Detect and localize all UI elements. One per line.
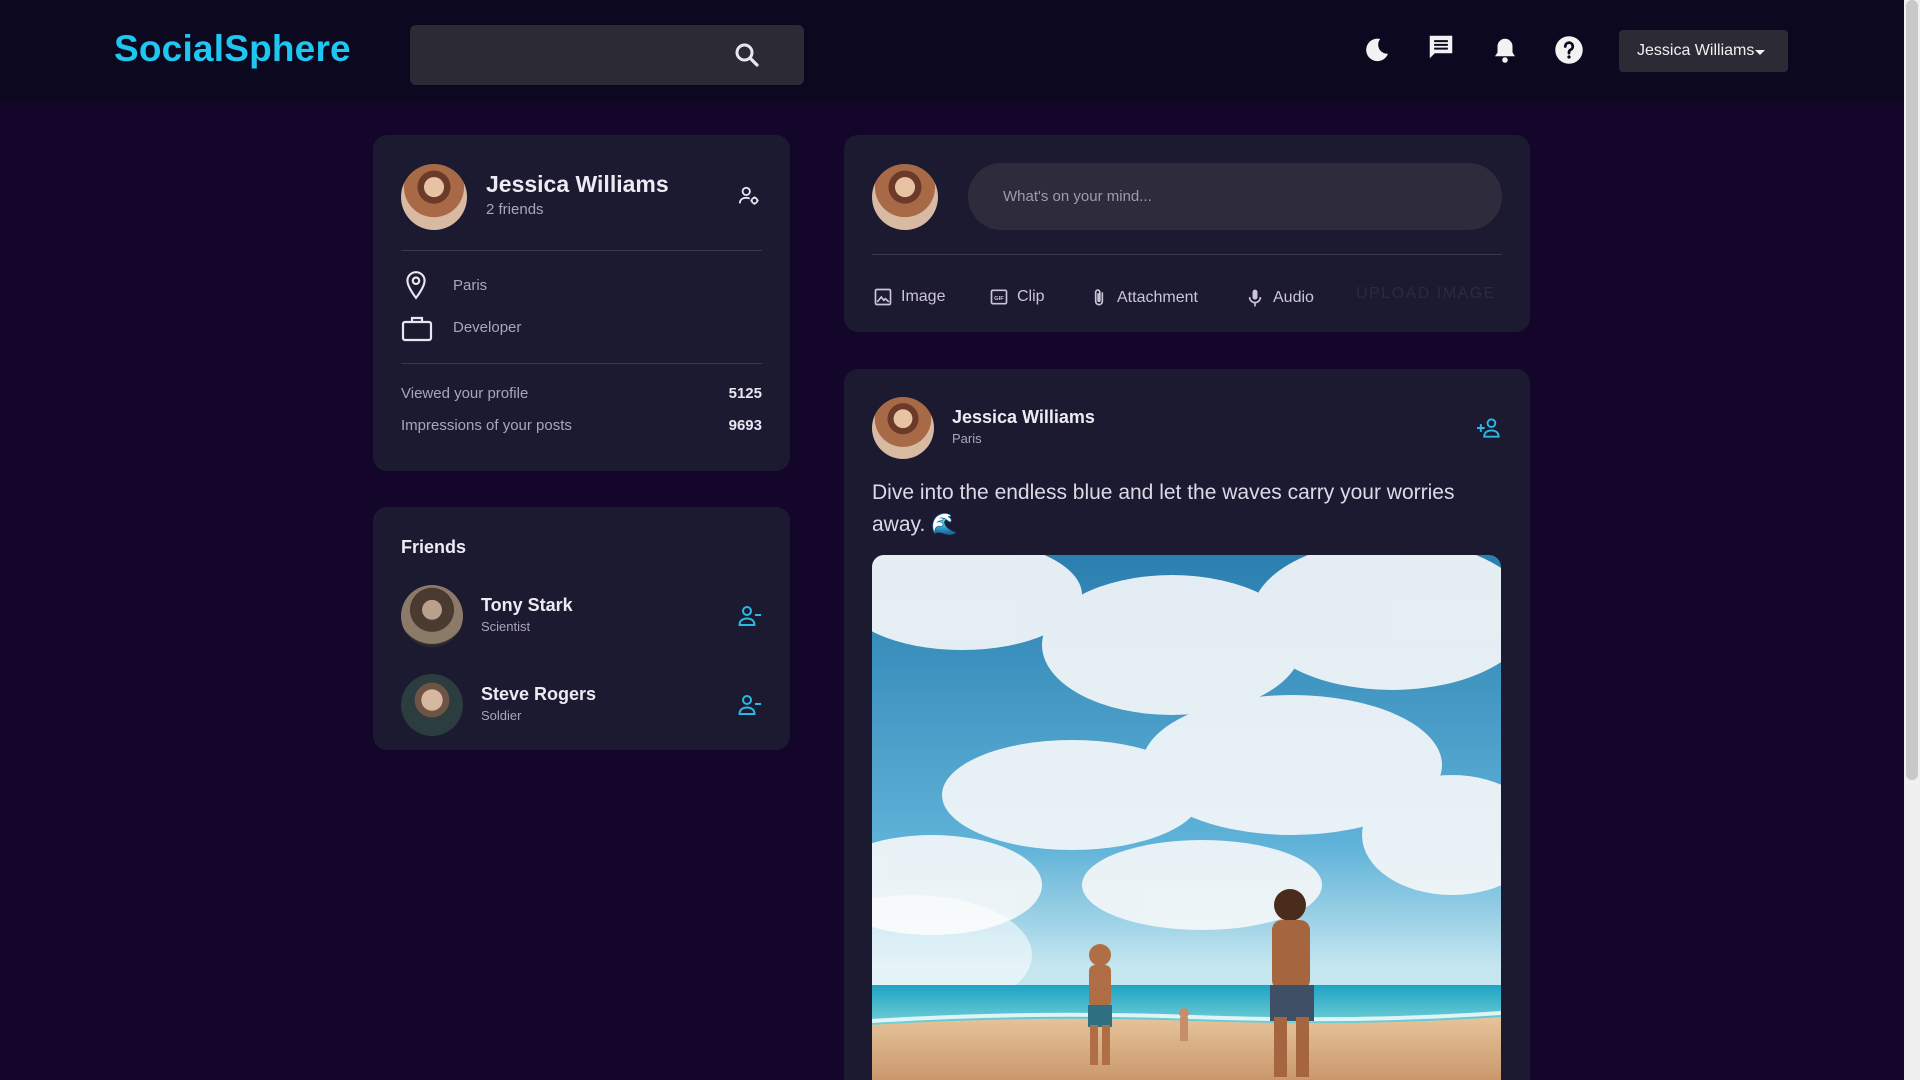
- post-card: Jessica Williams Paris Dive into the end…: [844, 369, 1530, 1080]
- stat-value-profile-views: 5125: [728, 385, 762, 402]
- add-image-label: Image: [901, 288, 946, 305]
- profile-card: Jessica Williams 2 friends Paris Develop…: [373, 135, 790, 471]
- profile-location: Paris: [453, 277, 488, 294]
- divider: [401, 250, 762, 251]
- friend-name[interactable]: Steve Rogers: [481, 684, 596, 705]
- svg-text:GIF: GIF: [994, 296, 1004, 302]
- search-box: [410, 25, 804, 85]
- post-text: Dive into the endless blue and let the w…: [872, 481, 1455, 536]
- remove-friend-icon[interactable]: [738, 605, 762, 627]
- post-image[interactable]: [872, 555, 1501, 1080]
- profile-avatar[interactable]: [401, 164, 467, 230]
- search-input[interactable]: [410, 25, 740, 85]
- work-icon: [401, 316, 433, 342]
- stat-value-post-impressions: 9693: [728, 417, 762, 434]
- post-composer: Image GIF Clip Attachment Audio UPLOAD I…: [844, 135, 1530, 332]
- navbar: SocialSphere Jessica Williams: [0, 0, 1904, 102]
- post-input[interactable]: [968, 163, 1502, 230]
- add-friend-icon[interactable]: [1477, 417, 1502, 439]
- profile-name[interactable]: Jessica Williams: [486, 171, 669, 198]
- stat-label-profile-views: Viewed your profile: [401, 385, 529, 402]
- add-attachment-label: Attachment: [1117, 289, 1198, 306]
- post-author-location: Paris: [952, 431, 982, 446]
- friend-avatar[interactable]: [401, 674, 463, 736]
- brand-logo[interactable]: SocialSphere: [114, 28, 351, 70]
- add-audio-label: Audio: [1273, 289, 1314, 306]
- attachment-icon: [1094, 289, 1104, 306]
- add-audio-button[interactable]: Audio: [1245, 287, 1314, 309]
- user-select-dropdown[interactable]: Jessica Williams: [1619, 30, 1788, 72]
- search-icon[interactable]: [732, 40, 762, 70]
- scrollbar-thumb[interactable]: [1906, 0, 1918, 780]
- add-clip-label: Clip: [1017, 288, 1045, 305]
- remove-friend-icon[interactable]: [738, 694, 762, 716]
- profile-friends-count: 2 friends: [486, 201, 544, 218]
- manage-account-icon[interactable]: [738, 185, 760, 207]
- friend-occupation: Scientist: [481, 619, 531, 634]
- image-icon: [874, 288, 892, 306]
- upload-image-button[interactable]: UPLOAD IMAGE: [1356, 285, 1496, 303]
- post-author-name[interactable]: Jessica Williams: [952, 407, 1095, 428]
- divider: [872, 254, 1502, 255]
- friend-avatar[interactable]: [401, 585, 463, 647]
- composer-avatar: [872, 164, 938, 230]
- add-attachment-button[interactable]: Attachment: [1089, 287, 1198, 309]
- location-icon: [406, 271, 426, 300]
- microphone-icon: [1248, 289, 1262, 307]
- profile-occupation: Developer: [453, 319, 522, 336]
- stat-label-post-impressions: Impressions of your posts: [401, 417, 572, 434]
- chevron-down-icon: [1755, 49, 1766, 55]
- gif-icon: GIF: [990, 289, 1008, 305]
- user-select-value: Jessica Williams: [1637, 42, 1755, 59]
- divider: [401, 363, 762, 364]
- notification-icon[interactable]: [1490, 35, 1520, 65]
- beach-photo: [872, 555, 1501, 1080]
- friends-card: Friends Tony Stark Scientist Steve Roger…: [373, 507, 790, 750]
- help-icon[interactable]: [1554, 35, 1584, 65]
- friend-name[interactable]: Tony Stark: [481, 595, 573, 616]
- add-image-button[interactable]: Image: [873, 287, 945, 307]
- add-clip-button[interactable]: GIF Clip: [989, 287, 1045, 307]
- friend-occupation: Soldier: [481, 708, 522, 723]
- message-icon[interactable]: [1426, 32, 1456, 62]
- dark-mode-icon[interactable]: [1362, 35, 1392, 65]
- post-author-avatar[interactable]: [872, 397, 934, 459]
- friends-title: Friends: [401, 537, 467, 557]
